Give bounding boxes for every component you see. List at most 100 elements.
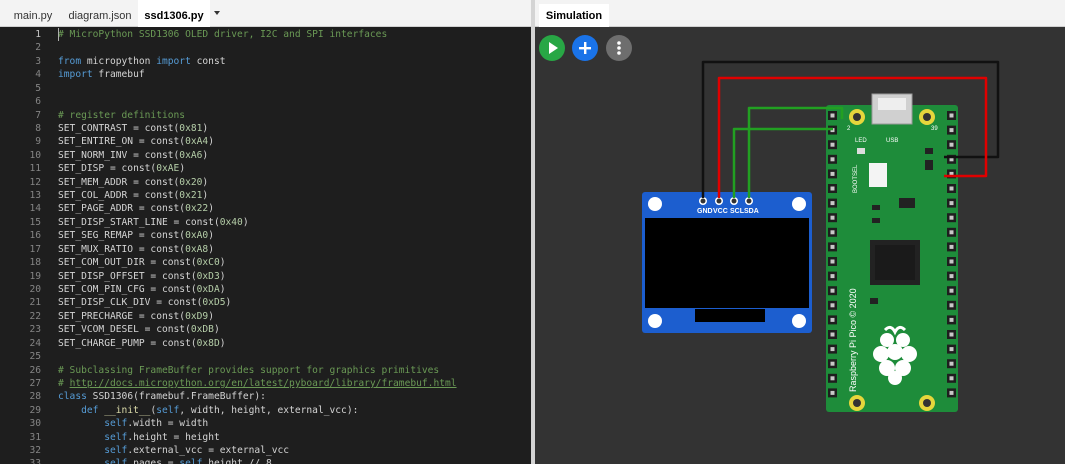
code-token: 0xD9 (185, 310, 209, 322)
code-text: SET_PRECHARGE = const(0xD9) (58, 310, 214, 324)
pico-pin-pad (830, 303, 835, 308)
line-number: 28 (29, 391, 41, 403)
pico-pin-pad (949, 215, 954, 220)
start-simulation-button[interactable] (539, 35, 565, 61)
oled-pin-gnd: GND (697, 208, 713, 215)
code-line[interactable]: 2 (0, 41, 531, 55)
ssd1306-oled-display[interactable]: GND VCC SCL SDA (642, 192, 812, 333)
code-token: SSD1306(framebuf.FrameBuffer): (86, 391, 266, 403)
code-line[interactable]: 8 SET_CONTRAST = const(0x81) (0, 122, 531, 136)
code-line[interactable]: 3 from micropython import const (0, 55, 531, 69)
code-token: http://docs.micropython.org/en/latest/py… (69, 377, 457, 389)
code-line[interactable]: 23 SET_VCOM_DESEL = const(0xDB) (0, 323, 531, 337)
code-line[interactable]: 15 SET_DISP_START_LINE = const(0x40) (0, 216, 531, 230)
code-line[interactable]: 13 SET_COL_ADDR = const(0x21) (0, 189, 531, 203)
code-line[interactable]: 27 # http://docs.micropython.org/en/lates… (0, 377, 531, 391)
pico-pin-pad (949, 303, 954, 308)
code-line[interactable]: 24 SET_CHARGE_PUMP = const(0x8D) (0, 337, 531, 351)
tab-main-py[interactable]: main.py (6, 0, 60, 27)
bootsel-button[interactable] (869, 163, 887, 187)
code-token: SET_MUX_RATIO = const( (58, 243, 186, 255)
code-token: self (104, 445, 128, 457)
code-line[interactable]: 7 # register definitions (0, 109, 531, 123)
code-text: # register definitions (58, 109, 185, 123)
code-token: SET_CHARGE_PUMP = const( (58, 337, 197, 349)
code-line[interactable]: 11 SET_DISP = const(0xAE) (0, 162, 531, 176)
pico-pin-pad (830, 376, 835, 381)
code-token: def (81, 404, 99, 416)
code-line[interactable]: 21 SET_DISP_CLK_DIV = const(0xD5) (0, 296, 531, 310)
line-number: 11 (29, 163, 41, 175)
pico-pin-pad (949, 244, 954, 249)
code-token: ) (219, 283, 226, 295)
more-options-button[interactable] (606, 35, 632, 61)
code-line[interactable]: 10 SET_NORM_INV = const(0xA6) (0, 149, 531, 163)
code-line[interactable]: 14 SET_PAGE_ADDR = const(0x22) (0, 202, 531, 216)
code-line[interactable]: 33 self.pages = self.height // 8 (0, 457, 531, 464)
code-area[interactable]: 1 # MicroPython SSD1306 OLED driver, I2C … (0, 27, 531, 464)
tab-simulation[interactable]: Simulation (539, 4, 609, 27)
code-line[interactable]: 26 # Subclassing FrameBuffer provides sup… (0, 364, 531, 378)
mount-hole (648, 197, 662, 211)
pico-pin-pad (949, 128, 954, 133)
code-line[interactable]: 19 SET_DISP_OFFSET = const(0xD3) (0, 270, 531, 284)
code-text: SET_PAGE_ADDR = const(0x22) (58, 202, 214, 216)
add-part-button[interactable] (572, 35, 598, 61)
code-token: SET_DISP_START_LINE = const( (58, 216, 220, 228)
led-label: LED (855, 138, 867, 144)
line-number: 4 (35, 69, 41, 81)
oled-pin-vcc: VCC (713, 208, 728, 215)
tab-ssd1306-py[interactable]: ssd1306.py (138, 0, 210, 27)
tab-diagram-json[interactable]: diagram.json (62, 0, 138, 27)
raspberry-pi-pico[interactable]: LED USB 2 39 BOOTSEL Raspberry Pi Pico ©… (826, 93, 958, 412)
code-line[interactable]: 1 # MicroPython SSD1306 OLED driver, I2C … (0, 28, 531, 42)
code-text: SET_NORM_INV = const(0xA6) (58, 149, 208, 163)
code-line[interactable]: 12 SET_MEM_ADDR = const(0x20) (0, 176, 531, 190)
editor-tab-bar: main.py diagram.json ssd1306.py (0, 0, 531, 27)
mount-hole (792, 197, 806, 211)
code-text: import framebuf (58, 68, 145, 82)
pico-pin-pad (830, 201, 835, 206)
oled-pin-scl: SCL (730, 208, 745, 215)
code-text: SET_DISP_CLK_DIV = const(0xD5) (58, 296, 231, 310)
code-token: ) (202, 122, 209, 134)
code-line[interactable]: 6 (0, 95, 531, 109)
code-line[interactable]: 5 (0, 82, 531, 96)
code-line[interactable]: 31 self.height = height (0, 431, 531, 445)
code-token: ) (202, 176, 209, 188)
code-token: 0xA6 (179, 149, 203, 161)
pico-pin-pad (949, 390, 954, 395)
code-line[interactable]: 30 self.width = width (0, 417, 531, 431)
code-line[interactable]: 20 SET_COM_PIN_CFG = const(0xDA) (0, 283, 531, 297)
code-token: ) (202, 149, 209, 161)
code-line[interactable]: 9 SET_ENTIRE_ON = const(0xA4) (0, 135, 531, 149)
code-line[interactable]: 22 SET_PRECHARGE = const(0xD9) (0, 310, 531, 324)
code-token: 0xD5 (202, 297, 226, 309)
code-text: from micropython import const (58, 55, 226, 69)
code-token: self (156, 404, 180, 416)
code-line[interactable]: 29 def __init__(self, width, height, ext… (0, 404, 531, 418)
tab-dropdown-chevron-icon[interactable] (214, 11, 220, 15)
code-line[interactable]: 25 (0, 350, 531, 364)
code-text: SET_DISP_START_LINE = const(0x40) (58, 216, 249, 230)
code-line[interactable]: 18 SET_COM_OUT_DIR = const(0xC0) (0, 256, 531, 270)
code-text: SET_MUX_RATIO = const(0xA8) (58, 243, 214, 257)
code-line[interactable]: 28 class SSD1306(framebuf.FrameBuffer): (0, 390, 531, 404)
line-number: 10 (29, 149, 41, 161)
line-number: 32 (29, 445, 41, 457)
line-number: 17 (29, 243, 41, 255)
code-line[interactable]: 32 self.external_vcc = external_vcc (0, 444, 531, 458)
code-token: self (179, 458, 203, 464)
code-line[interactable]: 17 SET_MUX_RATIO = const(0xA8) (0, 243, 531, 257)
code-line[interactable]: 4 import framebuf (0, 68, 531, 82)
line-number: 1 (35, 29, 41, 40)
pin-number-39: 39 (931, 126, 938, 132)
code-line[interactable]: 16 SET_SEG_REMAP = const(0xA0) (0, 229, 531, 243)
pico-pin-pad (830, 157, 835, 162)
code-token: ) (208, 310, 214, 322)
code-token: ) (219, 337, 226, 349)
code-text: self.pages = self.height // 8 (58, 457, 272, 464)
mount-hole (648, 314, 662, 328)
pico-pin-pad (949, 332, 954, 337)
